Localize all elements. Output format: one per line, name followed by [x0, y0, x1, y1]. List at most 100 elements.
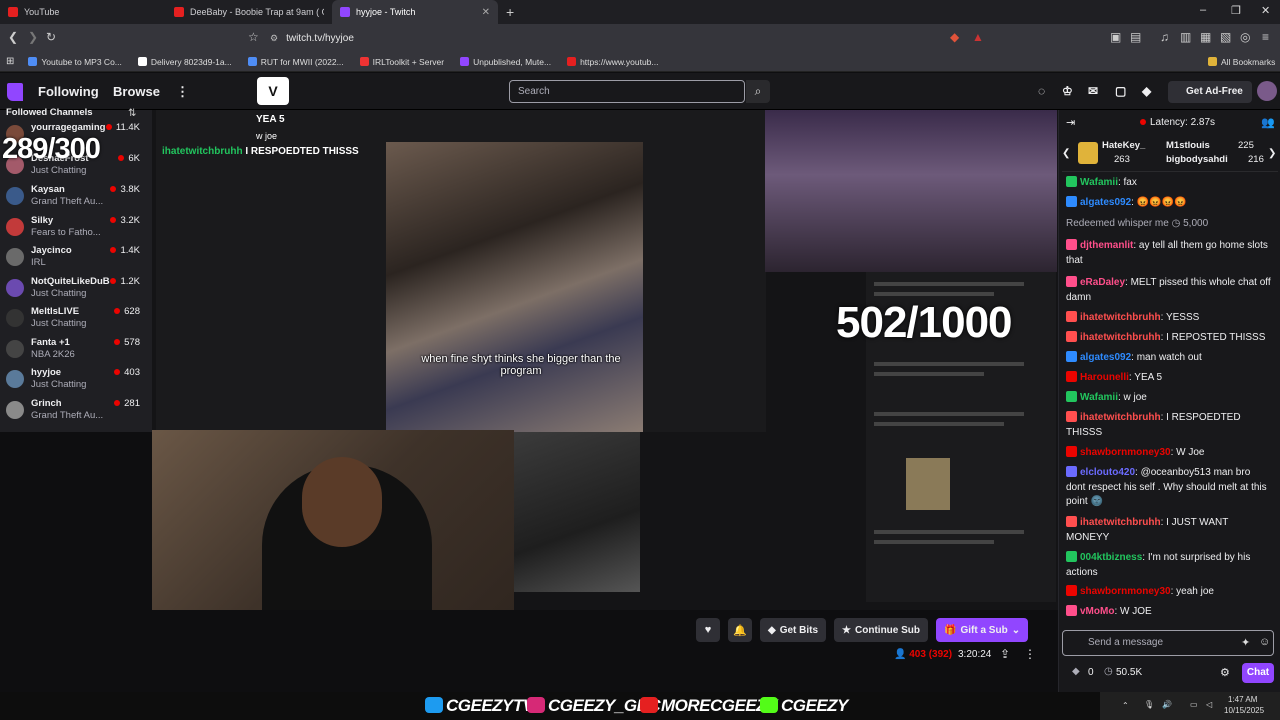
- crown-icon[interactable]: ♔: [1062, 84, 1073, 98]
- extension-logo-icon[interactable]: V: [257, 77, 289, 105]
- sort-icon[interactable]: ⇅: [128, 108, 136, 119]
- chat-username[interactable]: vMoMo: [1080, 606, 1114, 617]
- bits-cheer-icon[interactable]: ✦: [1241, 636, 1250, 649]
- chat-username[interactable]: ihatetwitchbruhh: [1080, 412, 1161, 423]
- vpn-icon[interactable]: ◎: [1240, 30, 1250, 44]
- channel-points-icon[interactable]: ◷: [1104, 666, 1113, 677]
- search-icon[interactable]: ⌕: [746, 80, 770, 103]
- get-ad-free-button[interactable]: Get Ad-Free: [1168, 81, 1252, 103]
- bookmark-item[interactable]: IRLToolkit + Server: [359, 57, 444, 67]
- sidebar-channel-jaycinco[interactable]: Jaycinco IRL 1.4K: [0, 243, 152, 271]
- chat-settings-icon[interactable]: ⚙: [1220, 666, 1230, 679]
- channel-viewers: 578: [114, 337, 140, 348]
- network-icon[interactable]: ▭: [1190, 700, 1198, 709]
- extension-icon[interactable]: ▧: [1220, 30, 1231, 44]
- bits-icon[interactable]: ◆: [1142, 84, 1151, 98]
- chat-username[interactable]: elclouto420: [1080, 467, 1135, 478]
- chat-username[interactable]: shawbornmoney30: [1080, 586, 1171, 597]
- chat-input[interactable]: Send a message ✦ ☺: [1062, 630, 1274, 656]
- community-icon[interactable]: 👥: [1261, 116, 1275, 129]
- chat-username[interactable]: Wafamii: [1080, 392, 1118, 403]
- notifications-bell-icon[interactable]: 🔔: [728, 618, 752, 642]
- close-tab-icon[interactable]: ✕: [482, 7, 490, 18]
- browse-link[interactable]: Browse: [113, 84, 160, 99]
- media-icon[interactable]: ♫: [1160, 30, 1169, 44]
- stream-video-player[interactable]: YEA 5 w joe ihatetwitchbruhh I RESPOEDTE…: [152, 110, 1058, 610]
- chat-username[interactable]: shawbornmoney30: [1080, 447, 1171, 458]
- chat-username[interactable]: algates092: [1080, 352, 1131, 363]
- sidebar-channel-grinch[interactable]: Grinch Grand Theft Au... 281: [0, 396, 152, 424]
- extension-icon[interactable]: ▣: [1110, 30, 1121, 44]
- browser-tab-twitch[interactable]: hyyjoe - Twitch ✕: [332, 0, 498, 24]
- menu-icon[interactable]: ≡: [1262, 30, 1269, 44]
- bookmark-star-icon[interactable]: ☆: [248, 30, 259, 44]
- back-icon[interactable]: ❮: [8, 30, 18, 44]
- follow-heart-icon[interactable]: ♥: [696, 618, 720, 642]
- emote-icon[interactable]: ☺: [1259, 636, 1270, 648]
- wallet-icon[interactable]: ▦: [1200, 30, 1211, 44]
- chat-username[interactable]: ihatetwitchbruhh: [1080, 517, 1161, 528]
- extension-icon[interactable]: ▤: [1130, 30, 1141, 44]
- bookmark-item[interactable]: Youtube to MP3 Co...: [28, 57, 122, 67]
- bookmark-item[interactable]: Unpublished, Mute...: [460, 57, 551, 67]
- chat-username[interactable]: Wafamii: [1080, 177, 1118, 188]
- sidebar-icon[interactable]: ▥: [1180, 30, 1191, 44]
- sidebar-channel-meltislive[interactable]: MeltIsLIVE Just Chatting 628: [0, 304, 152, 332]
- leaderboard-next-icon[interactable]: ❯: [1268, 148, 1276, 159]
- channel-name: NotQuiteLikeDuB: [31, 276, 110, 287]
- sidebar-channel-silky[interactable]: Silky Fears to Fatho... 3.2K: [0, 213, 152, 241]
- browser-tab-youtube[interactable]: YouTube: [0, 0, 166, 24]
- chat-username[interactable]: 004ktbizness: [1080, 552, 1142, 563]
- minimize-icon[interactable]: –: [1200, 4, 1206, 16]
- share-icon[interactable]: ⇪: [1000, 647, 1010, 661]
- inbox-icon[interactable]: ✉: [1088, 84, 1098, 98]
- bookmark-item[interactable]: https://www.youtub...: [567, 57, 659, 67]
- sidebar-channel-fanta-1[interactable]: Fanta +1 NBA 2K26 578: [0, 335, 152, 363]
- clock-date[interactable]: 10/15/2025: [1224, 706, 1264, 715]
- continue-sub-button[interactable]: ★ Continue Sub: [834, 618, 929, 642]
- sidebar-channel-hyyjoe[interactable]: hyyjoe Just Chatting 403: [0, 365, 152, 393]
- chat-username[interactable]: Harounelli: [1080, 372, 1129, 383]
- search-input[interactable]: Search: [509, 80, 745, 103]
- leaderboard-prev-icon[interactable]: ❮: [1062, 148, 1070, 159]
- gift-sub-button[interactable]: 🎁 Gift a Sub ⌄: [936, 618, 1029, 642]
- bookmark-item[interactable]: Delivery 8023d9-1a...: [137, 57, 232, 67]
- all-bookmarks[interactable]: All Bookmarks: [1208, 57, 1275, 67]
- volume-icon[interactable]: ◁: [1206, 700, 1212, 709]
- site-info-icon[interactable]: ⚙: [270, 33, 278, 44]
- chat-username[interactable]: ihatetwitchbruhh: [1080, 332, 1161, 343]
- sidebar-channel-kaysan[interactable]: Kaysan Grand Theft Au... 3.8K: [0, 182, 152, 210]
- channel-viewer-count: 11.4K: [115, 122, 140, 133]
- apps-grid-icon[interactable]: ⊞: [6, 56, 14, 67]
- maximize-icon[interactable]: ❐: [1231, 4, 1241, 17]
- user-avatar[interactable]: [1257, 81, 1277, 101]
- browser-tab-deebaby[interactable]: DeeBaby - Boobie Trap at 9am ( Offic: [166, 0, 332, 24]
- clock-time[interactable]: 1:47 AM: [1228, 695, 1257, 704]
- more-menu-icon[interactable]: ⋮: [176, 84, 189, 100]
- following-link[interactable]: Following: [38, 84, 99, 99]
- channel-points-value[interactable]: 50.5K: [1116, 667, 1142, 678]
- chat-username[interactable]: djthemanlit: [1080, 240, 1133, 251]
- speaker-icon[interactable]: 🔊: [1162, 700, 1172, 709]
- more-options-icon[interactable]: ⋮: [1024, 647, 1036, 661]
- chat-username[interactable]: ihatetwitchbruhh: [1080, 312, 1161, 323]
- new-tab-button[interactable]: +: [506, 4, 514, 20]
- chat-send-button[interactable]: Chat: [1242, 663, 1274, 683]
- forward-icon[interactable]: ❯: [28, 30, 38, 44]
- prime-loot-icon[interactable]: ◌: [1038, 84, 1045, 98]
- collapse-chat-icon[interactable]: ⇥: [1066, 116, 1075, 129]
- twitch-logo-icon[interactable]: [7, 83, 23, 101]
- chat-username[interactable]: algates092: [1080, 197, 1131, 208]
- whispers-icon[interactable]: ▢: [1115, 84, 1126, 98]
- chat-username[interactable]: eRaDaley: [1080, 277, 1125, 288]
- bookmark-item[interactable]: RUT for MWII (2022...: [247, 57, 344, 67]
- sidebar-channel-notquitelikedub[interactable]: NotQuiteLikeDuB Just Chatting 1.2K: [0, 274, 152, 302]
- url-field[interactable]: ⚙ twitch.tv/hyyjoe: [270, 28, 990, 48]
- mic-icon[interactable]: 🎙: [1144, 700, 1154, 709]
- get-bits-button[interactable]: ◆ Get Bits: [760, 618, 827, 642]
- reload-icon[interactable]: ↻: [46, 30, 56, 44]
- brave-shield-icon[interactable]: ◆: [950, 30, 959, 44]
- rewards-icon[interactable]: ▲: [972, 30, 984, 44]
- tray-chevron-icon[interactable]: ⌃: [1122, 701, 1129, 710]
- close-window-icon[interactable]: ✕: [1261, 4, 1270, 17]
